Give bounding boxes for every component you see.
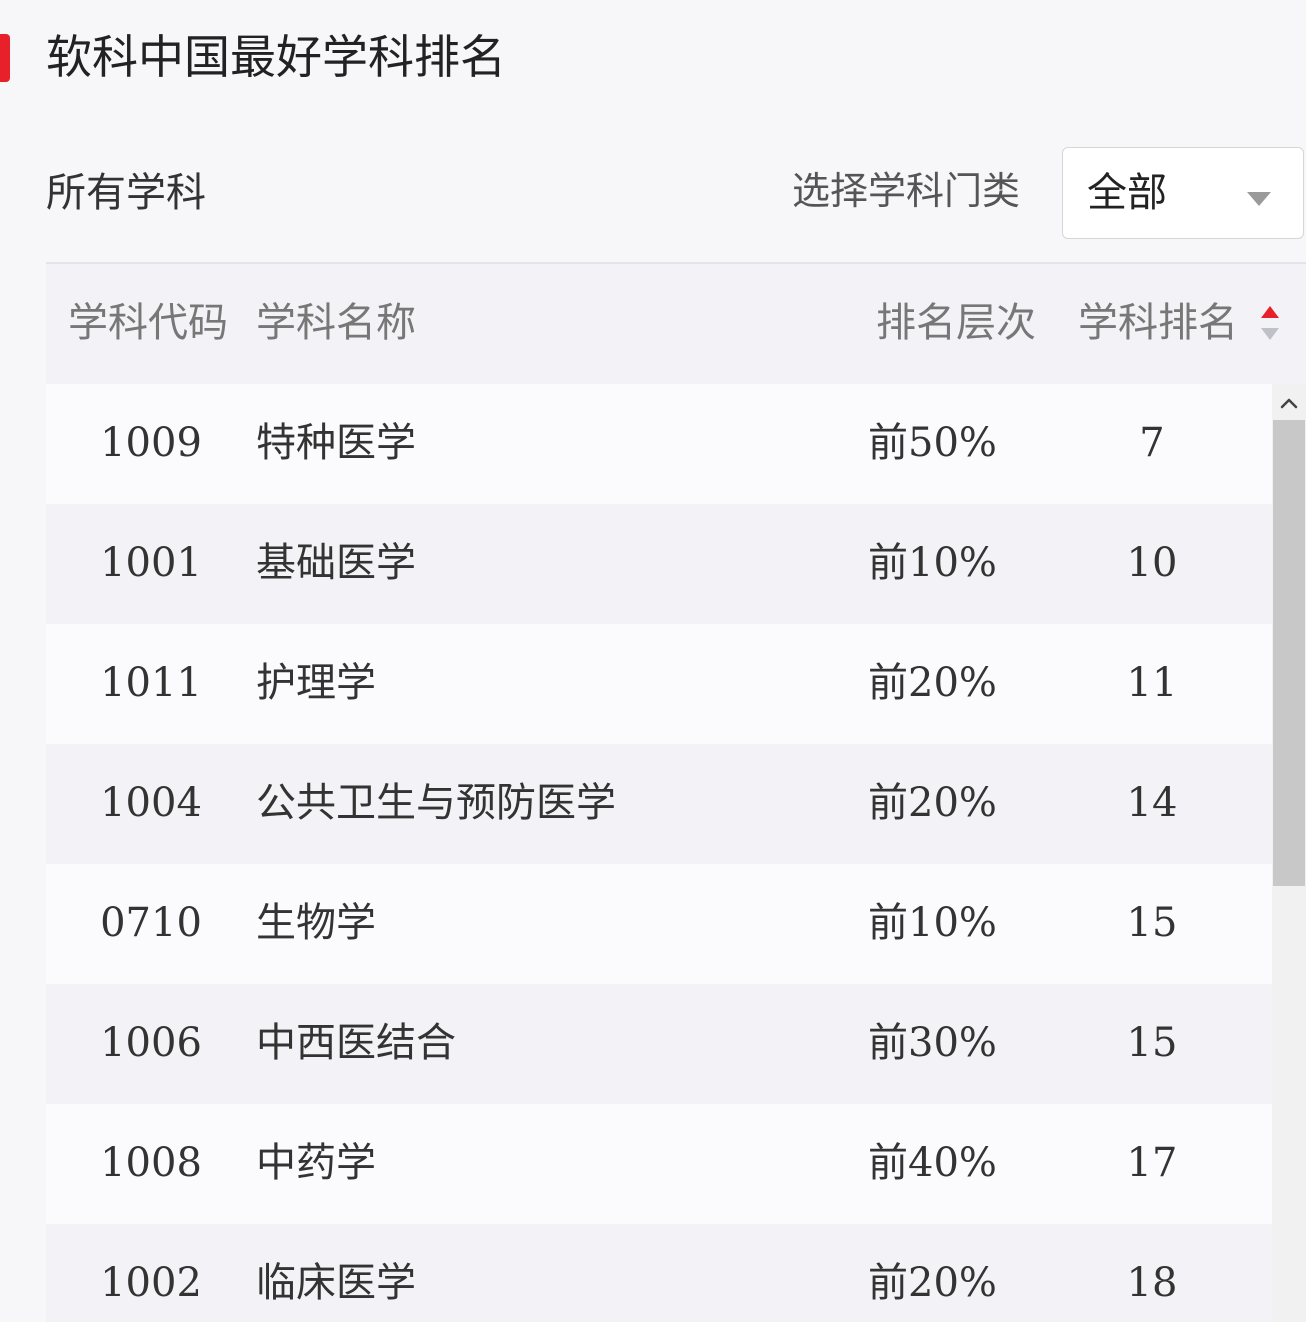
table-scrollbar[interactable]: [1272, 384, 1306, 1322]
cell-code: 1002: [100, 1260, 202, 1306]
cell-level: 前10%: [868, 540, 997, 586]
table-row[interactable]: 0710 生物学 前10% 15: [46, 864, 1272, 984]
cell-level: 前20%: [868, 1260, 997, 1306]
cell-rank: 18: [1126, 1260, 1178, 1306]
chevron-down-icon: [1247, 192, 1271, 206]
table-row[interactable]: 1006 中西医结合 前30% 15: [46, 984, 1272, 1104]
cell-rank: 17: [1126, 1140, 1178, 1186]
cell-rank: 14: [1126, 780, 1178, 826]
table-row[interactable]: 1001 基础医学 前10% 10: [46, 504, 1272, 624]
cell-code: 1004: [100, 780, 202, 826]
cell-name: 生物学: [256, 900, 376, 946]
category-select[interactable]: 全部: [1062, 147, 1304, 239]
cell-code: 1008: [100, 1140, 202, 1186]
page-title: 软科中国最好学科排名: [46, 30, 506, 84]
cell-level: 前20%: [868, 660, 997, 706]
cell-code: 1009: [100, 420, 202, 466]
column-header-level: 排名层次: [876, 300, 1036, 346]
cell-name: 中西医结合: [256, 1020, 456, 1066]
cell-level: 前40%: [868, 1140, 997, 1186]
sort-descending-icon: [1261, 328, 1279, 340]
cell-name: 特种医学: [256, 420, 416, 466]
table-body: 1009 特种医学 前50% 7 1001 基础医学 前10% 10 1011 …: [46, 384, 1272, 1322]
table-row[interactable]: 1011 护理学 前20% 11: [46, 624, 1272, 744]
cell-name: 护理学: [256, 660, 376, 706]
cell-name: 临床医学: [256, 1260, 416, 1306]
sort-ascending-icon: [1261, 306, 1279, 318]
cell-name: 中药学: [256, 1140, 376, 1186]
chevron-up-icon[interactable]: [1279, 392, 1299, 416]
cell-code: 1006: [100, 1020, 202, 1066]
sort-icon[interactable]: [1260, 306, 1280, 342]
cell-rank: 10: [1126, 540, 1178, 586]
scrollbar-thumb[interactable]: [1273, 420, 1305, 886]
cell-code: 1011: [100, 660, 202, 706]
category-select-value: 全部: [1087, 170, 1167, 216]
column-header-name: 学科名称: [256, 300, 416, 346]
table-row[interactable]: 1009 特种医学 前50% 7: [46, 384, 1272, 504]
cell-code: 0710: [100, 900, 202, 946]
cell-level: 前20%: [868, 780, 997, 826]
cell-rank: 15: [1126, 900, 1178, 946]
cell-level: 前30%: [868, 1020, 997, 1066]
cell-level: 前50%: [868, 420, 997, 466]
column-header-rank[interactable]: 学科排名: [1078, 296, 1238, 350]
column-header-code: 学科代码: [68, 300, 228, 346]
cell-rank: 15: [1126, 1020, 1178, 1066]
table-header: 学科代码 学科名称 排名层次 学科排名: [46, 264, 1306, 384]
section-subtitle: 所有学科: [46, 170, 206, 216]
table-row[interactable]: 1002 临床医学 前20% 18: [46, 1224, 1272, 1322]
table-row[interactable]: 1008 中药学 前40% 17: [46, 1104, 1272, 1224]
category-filter-label: 选择学科门类: [792, 169, 1021, 213]
cell-rank: 7: [1139, 420, 1165, 466]
cell-rank: 11: [1126, 660, 1178, 706]
table-row[interactable]: 1004 公共卫生与预防医学 前20% 14: [46, 744, 1272, 864]
title-accent-bar: [0, 34, 10, 82]
cell-level: 前10%: [868, 900, 997, 946]
cell-name: 公共卫生与预防医学: [256, 780, 616, 826]
cell-code: 1001: [100, 540, 202, 586]
cell-name: 基础医学: [256, 540, 416, 586]
